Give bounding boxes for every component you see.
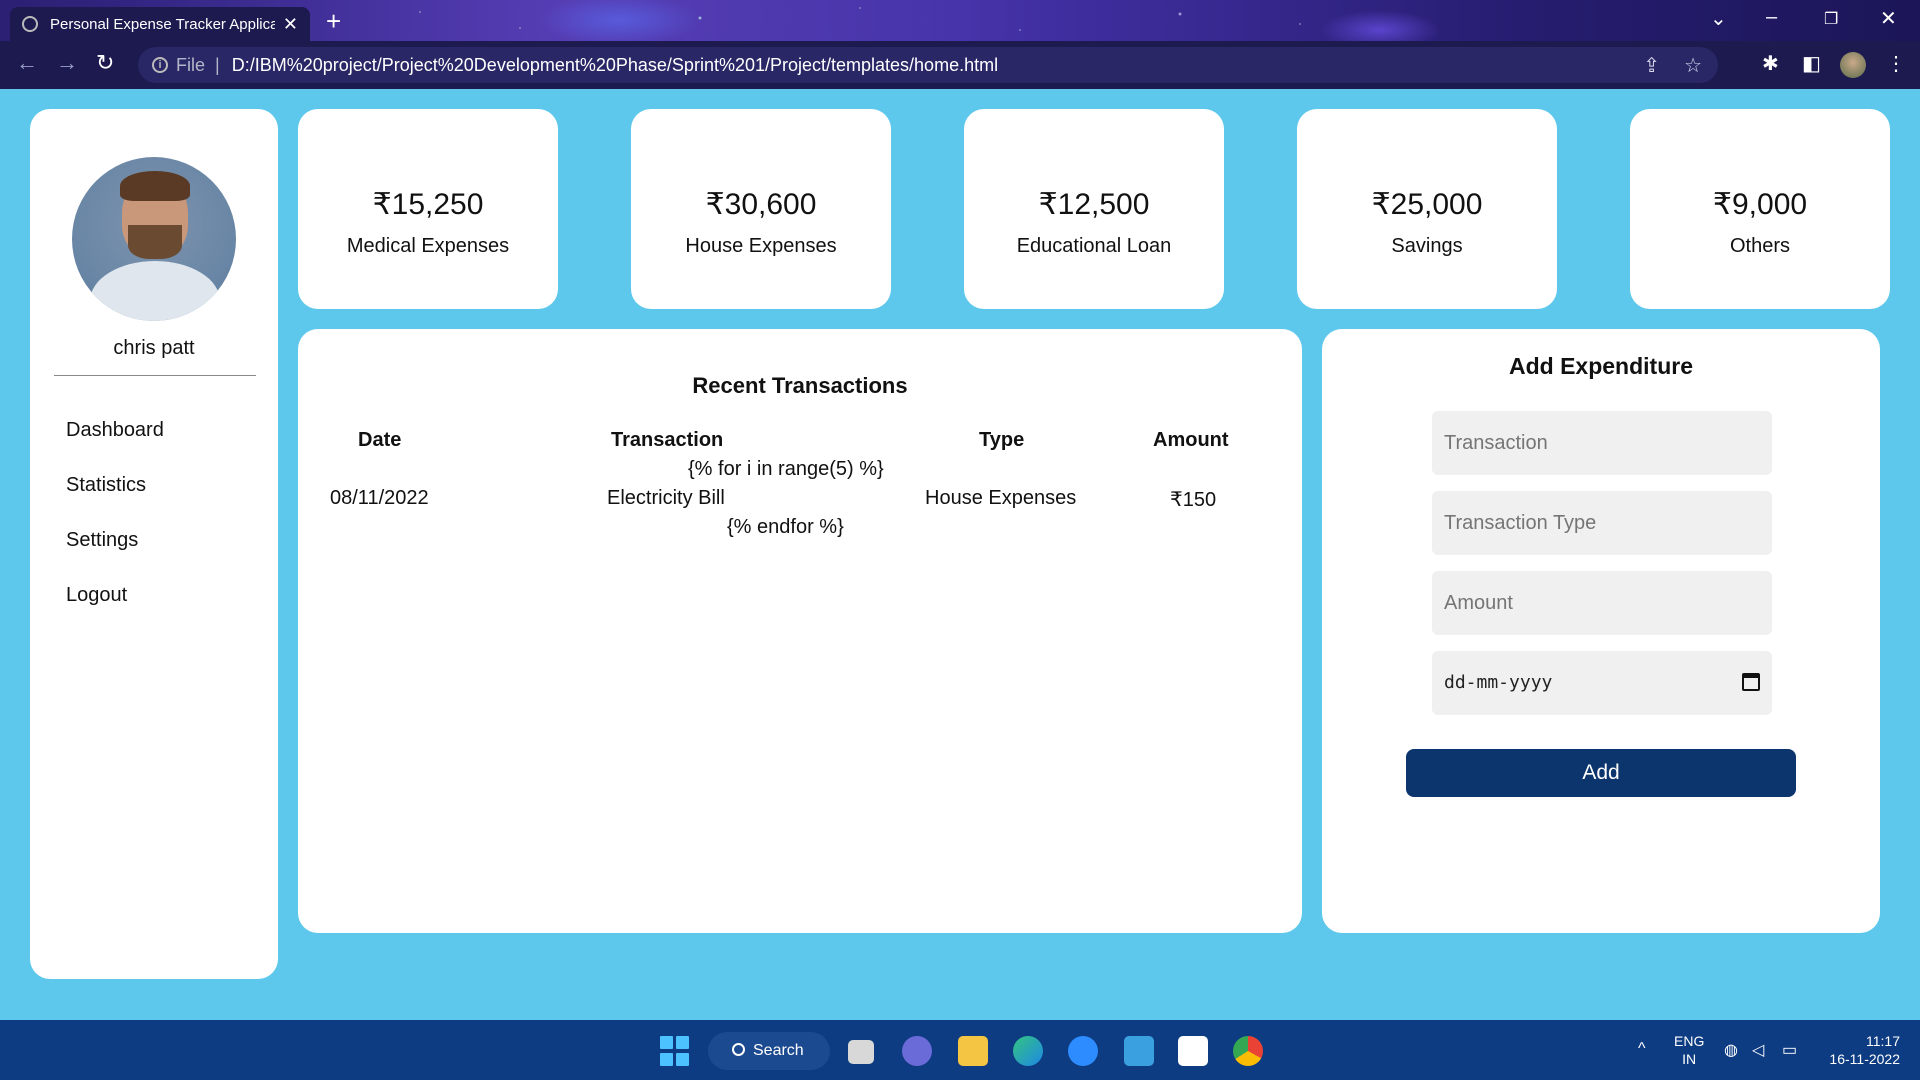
search-label: Search xyxy=(753,1042,804,1059)
tab-title: Personal Expense Tracker Applica xyxy=(50,15,275,33)
zoom-icon[interactable] xyxy=(1068,1036,1098,1066)
search-icon xyxy=(732,1043,745,1056)
username: chris patt xyxy=(113,337,195,359)
chevron-up-icon[interactable]: ^ xyxy=(1638,1040,1646,1058)
reload-icon[interactable]: ↻ xyxy=(96,50,114,76)
row-transaction: Electricity Bill xyxy=(607,487,725,509)
sidebar-nav: Dashboard Statistics Settings Logout xyxy=(66,414,164,634)
profile-avatar[interactable] xyxy=(1840,52,1866,78)
stat-label: Others xyxy=(1729,235,1791,257)
avatar xyxy=(72,157,236,321)
row-type: House Expenses xyxy=(925,487,1077,509)
browser-toolbar: ← → ↻ i File | D:/IBM%20project/Project%… xyxy=(0,41,1920,89)
row-amount: ₹150 xyxy=(1170,489,1217,511)
sidebar: chris patt Dashboard Statistics Settings… xyxy=(30,109,278,979)
menu-icon[interactable]: ⋮ xyxy=(1886,51,1906,76)
date-input[interactable]: dd-mm-yyyy xyxy=(1432,651,1772,715)
add-expenditure-title: Add Expenditure xyxy=(1508,353,1693,379)
clock[interactable]: 11:17 16-11-2022 xyxy=(1820,1032,1900,1068)
edge-icon[interactable] xyxy=(1013,1036,1043,1066)
column-header-type: Type xyxy=(979,429,1025,451)
stat-amount: ₹12,500 xyxy=(1038,188,1150,221)
column-header-date: Date xyxy=(358,429,402,451)
transaction-input[interactable] xyxy=(1432,411,1772,475)
url-separator: | xyxy=(215,54,220,75)
stat-card-house: ₹30,600 House Expenses xyxy=(631,109,891,309)
forward-icon[interactable]: → xyxy=(56,50,78,76)
battery-icon[interactable]: ▭ xyxy=(1782,1040,1797,1060)
sidebar-item-logout[interactable]: Logout xyxy=(66,579,164,634)
language-indicator[interactable]: ENG IN xyxy=(1674,1032,1704,1068)
file-explorer-icon[interactable] xyxy=(958,1036,988,1066)
url-scheme: File xyxy=(176,54,206,75)
browser-tab[interactable]: Personal Expense Tracker Applica ✕ xyxy=(10,7,310,41)
stat-card-medical: ₹15,250 Medical Expenses xyxy=(298,109,558,309)
calendar-icon[interactable] xyxy=(1742,673,1760,691)
template-for-text: {% for i in range(5) %} xyxy=(688,458,884,480)
tab-search-icon[interactable]: ⌄ xyxy=(1710,6,1727,31)
language-bottom: IN xyxy=(1682,1051,1697,1067)
template-endfor-text: {% endfor %} xyxy=(727,516,844,538)
desktop-icon[interactable] xyxy=(1124,1036,1154,1066)
chrome-icon[interactable] xyxy=(1233,1036,1263,1066)
windows-start-icon[interactable] xyxy=(660,1036,690,1066)
stat-amount: ₹15,250 xyxy=(372,188,484,221)
network-icon[interactable]: ◍ xyxy=(1724,1040,1738,1060)
tab-close-icon[interactable]: ✕ xyxy=(283,14,298,35)
taskbar: Search ^ ENG IN ◍ ◁ ▭ 11:17 16-11-2022 xyxy=(0,1020,1920,1080)
info-icon[interactable]: i xyxy=(152,57,168,73)
sidepanel-icon[interactable]: ◧ xyxy=(1802,51,1821,76)
stat-card-savings: ₹25,000 Savings xyxy=(1297,109,1557,309)
stat-amount: ₹30,600 xyxy=(705,188,817,221)
add-expenditure-panel: Add Expenditure dd-mm-yyyy Add xyxy=(1322,329,1880,933)
sidebar-item-settings[interactable]: Settings xyxy=(66,524,164,579)
stat-amount: ₹9,000 xyxy=(1712,188,1808,221)
task-view-icon[interactable] xyxy=(848,1040,874,1064)
back-icon[interactable]: ← xyxy=(16,50,38,76)
stat-amount: ₹25,000 xyxy=(1371,188,1483,221)
chat-icon[interactable] xyxy=(902,1036,932,1066)
transactions-title: Recent Transactions xyxy=(692,373,908,398)
url-text: D:/IBM%20project/Project%20Development%2… xyxy=(231,54,999,75)
stat-card-others: ₹9,000 Others xyxy=(1630,109,1890,309)
date-placeholder: dd-mm-yyyy xyxy=(1444,672,1553,693)
close-window-icon[interactable]: ✕ xyxy=(1880,6,1897,31)
address-bar[interactable]: i File | D:/IBM%20project/Project%20Deve… xyxy=(138,47,1718,83)
stat-card-education: ₹12,500 Educational Loan xyxy=(964,109,1224,309)
browser-tab-strip: Personal Expense Tracker Applica ✕ + ⌄ –… xyxy=(0,0,1920,41)
sidebar-divider xyxy=(54,375,256,376)
sidebar-item-dashboard[interactable]: Dashboard xyxy=(66,414,164,469)
stat-label: Savings xyxy=(1391,235,1463,257)
stat-label: Medical Expenses xyxy=(346,235,510,257)
language-top: ENG xyxy=(1674,1033,1705,1049)
volume-icon[interactable]: ◁ xyxy=(1752,1040,1764,1060)
stat-label: Educational Loan xyxy=(1016,235,1172,257)
transaction-type-input[interactable] xyxy=(1432,491,1772,555)
stat-label: House Expenses xyxy=(685,235,837,257)
column-header-amount: Amount xyxy=(1153,429,1229,451)
store-icon[interactable] xyxy=(1178,1036,1208,1066)
recent-transactions-panel: Recent Transactions Date Transaction Typ… xyxy=(298,329,1302,933)
globe-icon xyxy=(22,16,38,32)
restore-icon[interactable]: ❐ xyxy=(1824,9,1838,29)
row-date: 08/11/2022 xyxy=(330,487,429,509)
column-header-transaction: Transaction xyxy=(611,429,724,451)
clock-time: 11:17 xyxy=(1866,1033,1900,1049)
sidebar-item-statistics[interactable]: Statistics xyxy=(66,469,164,524)
taskbar-search-button[interactable]: Search xyxy=(708,1032,830,1070)
star-icon[interactable]: ☆ xyxy=(1684,53,1702,78)
clock-date: 16-11-2022 xyxy=(1829,1051,1900,1067)
extensions-icon[interactable]: ✱ xyxy=(1762,51,1779,76)
add-button[interactable]: Add xyxy=(1406,749,1796,797)
amount-input[interactable] xyxy=(1432,571,1772,635)
minimize-icon[interactable]: – xyxy=(1766,6,1777,29)
new-tab-icon[interactable]: + xyxy=(326,6,341,37)
share-icon[interactable]: ⇪ xyxy=(1643,53,1660,78)
